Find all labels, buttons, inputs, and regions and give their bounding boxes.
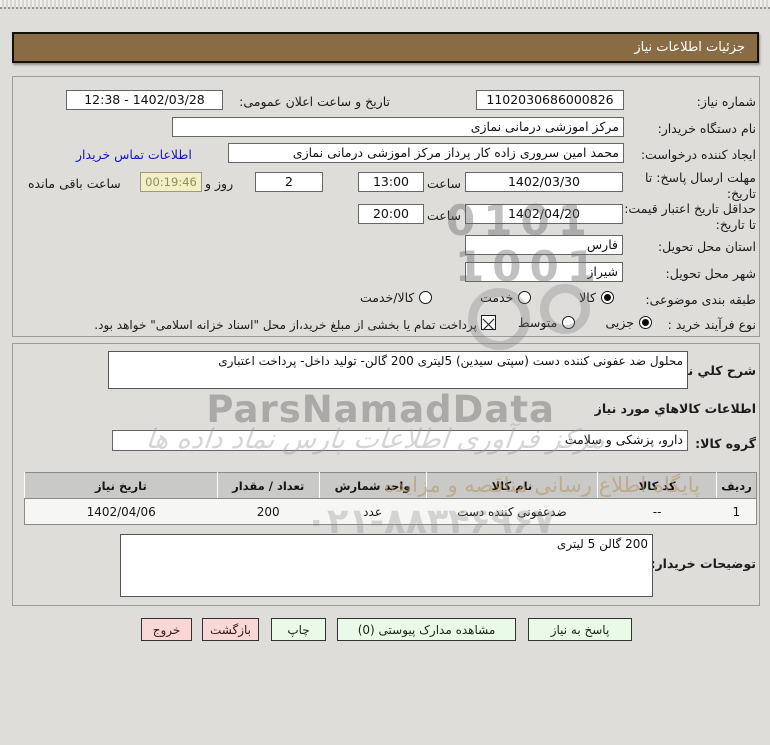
price-validity-date[interactable]: 1402/04/20: [465, 204, 623, 224]
need-number-value[interactable]: 1102030686000826: [476, 90, 624, 110]
countdown-timer: 00:19:46: [140, 172, 202, 192]
buyer-name-label: نام دستگاه خریدار:: [657, 121, 756, 136]
radio-goods-service-icon[interactable]: [419, 291, 433, 304]
cell-row: 1: [732, 504, 741, 519]
radio-goods-label: کالا: [579, 290, 596, 305]
price-validity-label: حداقل تاریخ اعتبار قیمت: تا تاریخ:: [624, 201, 756, 232]
radio-goods-service-label: کالا/خدمت: [360, 290, 415, 305]
classification-label: طبقه بندی موضوعی:: [645, 292, 756, 307]
province-label: استان محل تحویل:: [657, 239, 756, 254]
cell-code: --: [652, 504, 662, 519]
exit-button[interactable]: خروج: [141, 618, 192, 641]
classification-option-service[interactable]: خدمت: [480, 290, 532, 305]
buyer-contact-link[interactable]: اطلاعات تماس خریدار: [76, 147, 192, 162]
cell-name: ضدعفونی کننده دست: [457, 504, 567, 519]
announce-datetime-value[interactable]: 1402/03/28 - 12:38: [66, 90, 223, 110]
countdown-label: ساعت باقی مانده: [28, 176, 121, 191]
reply-deadline-date[interactable]: 1402/03/30: [465, 172, 623, 192]
request-creator-label: ایجاد کننده درخواست:: [640, 147, 756, 162]
col-qty: تعداد / مقدار: [216, 472, 320, 499]
items-table: ردیف کد کالا نام کالا واحد شمارش تعداد /…: [24, 472, 757, 525]
cell-qty: 200: [256, 504, 280, 519]
col-unit: واحد شمارش: [318, 472, 427, 499]
announce-datetime-label: تاریخ و ساعت اعلان عمومی:: [239, 94, 390, 109]
radio-minor-icon[interactable]: [639, 316, 652, 329]
page-title: جزئیات اطلاعات نیاز: [634, 40, 745, 55]
buyer-name-value[interactable]: مرکز اموزشی درمانی نمازی: [172, 117, 624, 137]
price-validity-time[interactable]: 20:00: [358, 204, 424, 224]
col-date: تاریخ نیاز: [24, 472, 218, 499]
cell-date: 1402/04/06: [86, 504, 156, 519]
table-row[interactable]: 1 -- ضدعفونی کننده دست عدد 200 1402/04/0…: [25, 499, 757, 525]
radio-service-label: خدمت: [480, 290, 514, 305]
items-heading: اطلاعات کالاهاي مورد نیاز: [594, 401, 756, 416]
radio-medium-label: متوسط: [518, 315, 558, 330]
col-name: نام کالا: [425, 472, 598, 499]
items-table-header: ردیف کد کالا نام کالا واحد شمارش تعداد /…: [24, 472, 757, 499]
classification-radio-group: کالا خدمت کالا/خدمت: [360, 290, 614, 305]
view-attachments-button[interactable]: مشاهده مدارک پیوستی (0): [337, 618, 516, 641]
col-row: ردیف: [716, 472, 757, 499]
need-details-page: جزئیات اطلاعات نیاز شماره نیاز: 11020306…: [0, 0, 770, 745]
purchase-type-label: نوع فرآیند خرید :: [667, 317, 756, 332]
treasury-checkbox[interactable]: [481, 315, 496, 331]
reply-deadline-label: مهلت ارسال پاسخ: تا تاریخ:: [645, 170, 756, 201]
price-validity-hour-label: ساعت: [427, 208, 462, 223]
request-creator-value[interactable]: محمد امین سروری زاده کار پرداز مرکز اموز…: [228, 143, 624, 163]
buyer-notes-box[interactable]: 200 گالن 5 لیتری: [120, 534, 653, 597]
classification-option-goods[interactable]: کالا: [579, 290, 614, 305]
treasury-note: پرداخت تمام یا بخشی از مبلغ خرید،از محل …: [94, 318, 477, 332]
checkbox-x-icon: [482, 318, 495, 331]
classification-option-goods-service[interactable]: کالا/خدمت: [360, 290, 433, 305]
col-code: کد کالا: [597, 472, 717, 499]
goods-group-value[interactable]: دارو، پزشکی و سلامت: [112, 430, 688, 451]
purchase-type-radio-group: جزیی متوسط: [518, 315, 652, 330]
days-remaining-value[interactable]: 2: [255, 172, 323, 192]
goods-group-label: گروه کالا:: [695, 436, 756, 451]
need-desc-box[interactable]: محلول ضد عفونی کننده دست (سپتی سیدین) 5ل…: [108, 351, 688, 389]
buyer-notes-label: توضیحات خریدار:: [650, 556, 756, 571]
radio-goods-icon[interactable]: [601, 291, 614, 304]
print-button[interactable]: چاپ: [271, 618, 326, 641]
need-number-label: شماره نیاز:: [696, 94, 756, 109]
cell-unit: عدد: [363, 504, 382, 519]
city-value[interactable]: شیراز: [465, 262, 623, 282]
reply-deadline-time[interactable]: 13:00: [358, 172, 424, 192]
radio-medium-icon[interactable]: [562, 316, 576, 329]
province-value[interactable]: فارس: [465, 235, 623, 255]
days-remaining-label: روز و: [205, 176, 234, 191]
purchase-option-medium[interactable]: متوسط: [518, 315, 576, 330]
reply-deadline-hour-label: ساعت: [427, 176, 462, 191]
page-top-texture: [0, 0, 770, 9]
radio-minor-label: جزیی: [605, 315, 634, 330]
back-button[interactable]: بازگشت: [202, 618, 259, 641]
radio-service-icon[interactable]: [518, 291, 532, 304]
purchase-option-minor[interactable]: جزیی: [605, 315, 652, 330]
page-title-bar: جزئیات اطلاعات نیاز: [12, 32, 759, 63]
reply-to-need-button[interactable]: پاسخ به نیاز: [528, 618, 632, 641]
city-label: شهر محل تحویل:: [665, 266, 756, 281]
